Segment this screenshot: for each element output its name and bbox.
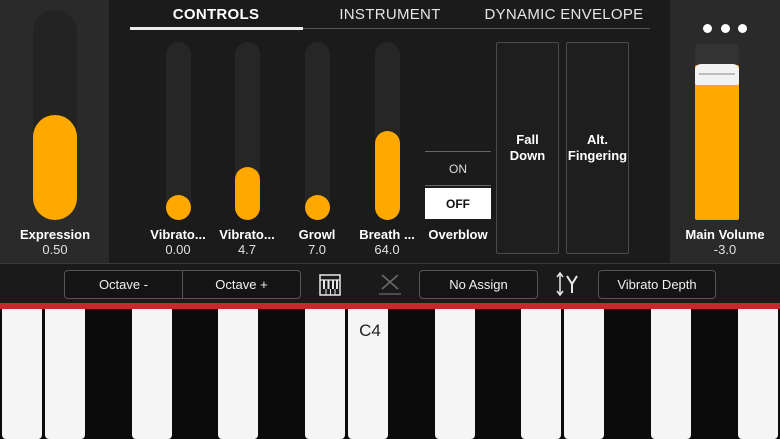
vibrato-depth-fill bbox=[235, 166, 260, 220]
tab-controls[interactable]: CONTROLS bbox=[145, 6, 287, 28]
octave-up-button[interactable]: Octave + bbox=[183, 271, 300, 298]
breath-value: 64.0 bbox=[374, 242, 400, 257]
keyboard-icon[interactable] bbox=[319, 274, 341, 296]
alt-fingering-pad[interactable]: Alt. Fingering bbox=[566, 42, 629, 254]
white-key[interactable] bbox=[738, 309, 778, 439]
fall-down-label: Fall Down bbox=[509, 132, 546, 163]
white-key[interactable] bbox=[521, 309, 561, 439]
growl-track bbox=[305, 42, 330, 220]
overblow-on-option[interactable]: ON bbox=[425, 153, 491, 184]
white-key[interactable] bbox=[2, 309, 42, 439]
white-key[interactable] bbox=[435, 309, 475, 439]
tab-dynamic-envelope[interactable]: DYNAMIC ENVELOPE bbox=[478, 6, 650, 28]
breath-slider[interactable] bbox=[375, 42, 400, 220]
tab-active-indicator bbox=[130, 27, 303, 30]
overblow-off-option[interactable]: OFF bbox=[425, 188, 491, 219]
close-icon[interactable] bbox=[378, 272, 402, 296]
toolbar: Octave - Octave + No Assign Vibrato Dept… bbox=[0, 263, 780, 303]
expression-slider[interactable] bbox=[33, 10, 77, 220]
white-key[interactable] bbox=[45, 309, 85, 439]
assign-target-button[interactable]: Vibrato Depth bbox=[598, 270, 716, 299]
white-key[interactable] bbox=[305, 309, 345, 439]
expression-value: 0.50 bbox=[42, 242, 68, 257]
white-key[interactable] bbox=[218, 309, 258, 439]
vibrato-depth-slider[interactable] bbox=[235, 42, 260, 220]
piano-keyboard: C4 bbox=[0, 309, 780, 439]
vibrato-rate-track bbox=[166, 42, 191, 220]
alt-fingering-line-1: Alt. bbox=[587, 132, 608, 147]
growl-slider[interactable] bbox=[305, 42, 330, 220]
alt-fingering-line-2: Fingering bbox=[567, 148, 628, 163]
expression-label: Expression bbox=[19, 227, 91, 242]
c4-key-label: C4 bbox=[359, 321, 381, 340]
vibrato-rate-fill bbox=[166, 195, 191, 220]
main-volume-value: -3.0 bbox=[713, 242, 737, 257]
breath-fill bbox=[375, 131, 400, 220]
tab-instrument[interactable]: INSTRUMENT bbox=[320, 6, 460, 28]
overblow-top-line bbox=[425, 151, 491, 152]
vertical-axis-icon[interactable] bbox=[556, 271, 580, 297]
main-volume-label: Main Volume bbox=[685, 227, 765, 242]
octave-group: Octave - Octave + bbox=[64, 270, 301, 299]
white-key[interactable] bbox=[132, 309, 172, 439]
assign-button[interactable]: No Assign bbox=[419, 270, 538, 299]
app-root: Expression 0.50 CONTROLS INSTRUMENT DYNA… bbox=[0, 0, 780, 439]
white-key[interactable] bbox=[564, 309, 604, 439]
main-volume-thumb[interactable] bbox=[695, 64, 739, 85]
vibrato-rate-slider[interactable] bbox=[166, 42, 191, 220]
overblow-mid-line bbox=[425, 185, 491, 186]
overblow-label: Overblow bbox=[428, 227, 488, 242]
growl-fill bbox=[305, 195, 330, 220]
main-volume-fill bbox=[695, 65, 739, 220]
fall-down-pad[interactable]: Fall Down bbox=[496, 42, 559, 254]
alt-fingering-label: Alt. Fingering bbox=[568, 132, 627, 164]
expression-fill bbox=[33, 115, 77, 220]
more-dots-icon[interactable] bbox=[703, 19, 747, 37]
octave-down-button[interactable]: Octave - bbox=[65, 271, 182, 298]
white-key[interactable] bbox=[651, 309, 691, 439]
